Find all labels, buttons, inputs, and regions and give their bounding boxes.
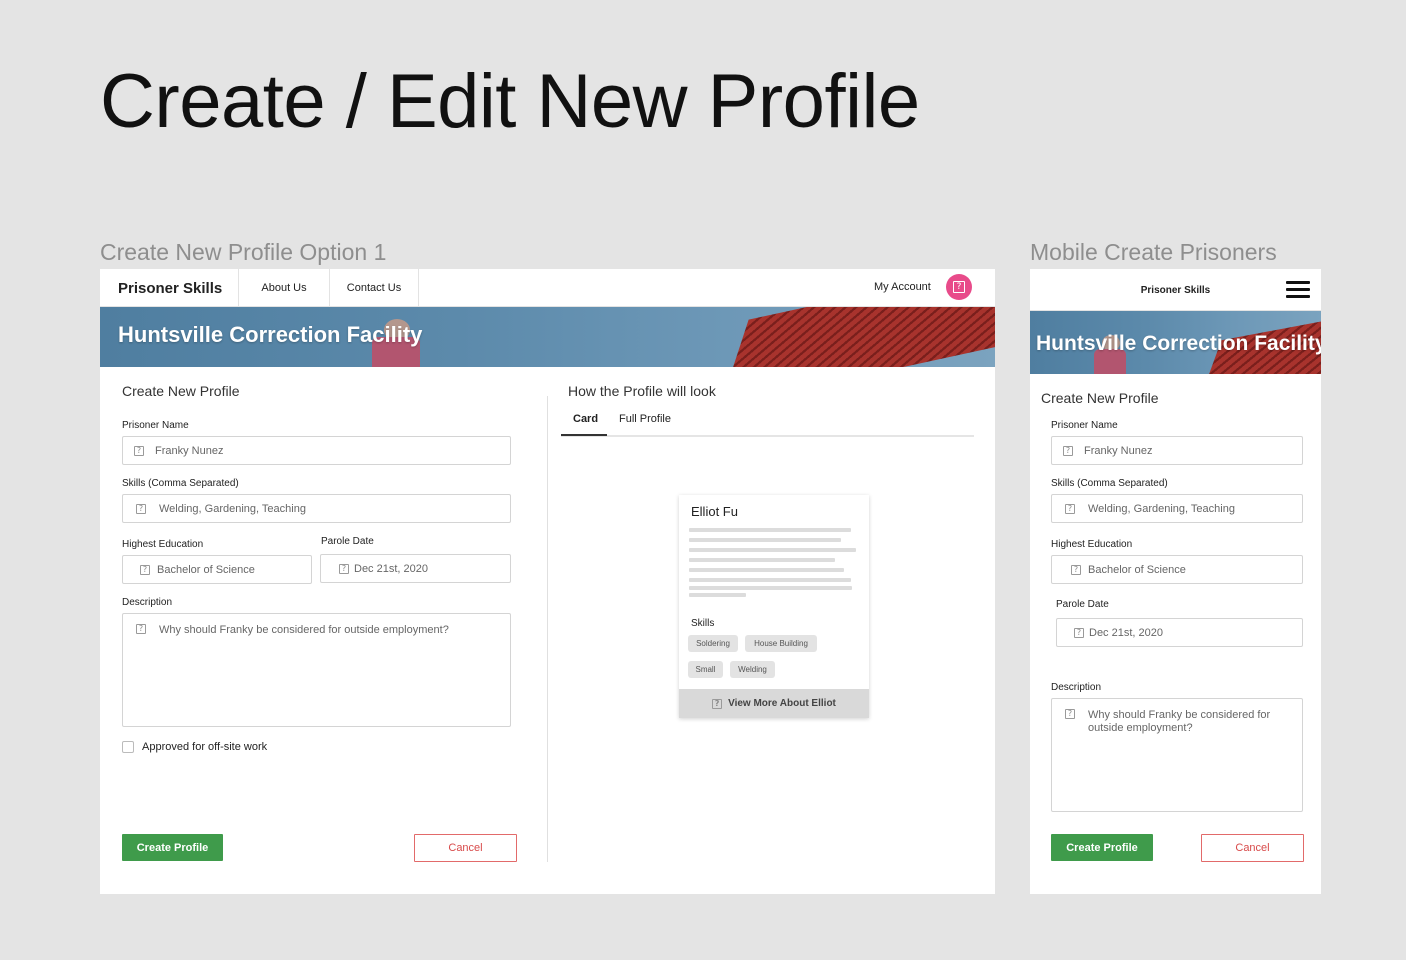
description-textarea[interactable]: ? Why should Franky be considered for ou… <box>122 613 511 727</box>
mobile-parole-date-value: Dec 21st, 2020 <box>1089 626 1163 639</box>
tab-full-profile[interactable]: Full Profile <box>619 413 671 425</box>
skills-input[interactable]: ? Welding, Gardening, Teaching <box>122 494 511 523</box>
input-placeholder-icon: ? <box>134 445 144 456</box>
skill-chip: House Building <box>745 635 817 652</box>
text-line-placeholder <box>689 586 852 590</box>
active-tab-indicator <box>561 434 607 436</box>
brand-logo[interactable]: Prisoner Skills <box>118 280 222 297</box>
view-more-button[interactable]: ? View More About Elliot <box>679 689 869 718</box>
hero-roof-image <box>720 307 995 367</box>
hero-title: Huntsville Correction Facility <box>118 322 423 347</box>
text-line-placeholder <box>689 548 856 552</box>
card-name: Elliot Fu <box>691 504 738 519</box>
view-more-label: View More About Elliot <box>728 698 836 709</box>
hamburger-menu-icon[interactable] <box>1286 281 1310 299</box>
hero-banner: Huntsville Correction Facility <box>100 307 995 367</box>
skills-label: Skills (Comma Separated) <box>122 478 239 489</box>
input-placeholder-icon: ? <box>1063 445 1073 456</box>
skill-chip: Soldering <box>688 635 738 652</box>
top-nav: Prisoner Skills About Us Contact Us My A… <box>100 269 995 307</box>
input-placeholder-icon: ? <box>1071 564 1081 575</box>
mobile-parole-date-label: Parole Date <box>1056 599 1109 610</box>
mobile-prisoner-name-value: Franky Nunez <box>1084 444 1153 457</box>
text-line-placeholder <box>689 558 835 562</box>
mobile-frame: Prisoner Skills Huntsville Correction Fa… <box>1030 269 1321 894</box>
skills-value: Welding, Gardening, Teaching <box>159 502 306 515</box>
input-placeholder-icon: ? <box>140 564 150 575</box>
description-label: Description <box>122 597 173 608</box>
parole-date-value: Dec 21st, 2020 <box>354 562 428 575</box>
view-more-icon: ? <box>712 698 723 709</box>
mobile-top-bar: Prisoner Skills <box>1030 269 1321 311</box>
text-line-placeholder <box>689 568 844 572</box>
prisoner-name-value: Franky Nunez <box>155 444 224 457</box>
text-line-placeholder <box>689 538 841 542</box>
approved-checkbox[interactable] <box>122 741 134 753</box>
textarea-placeholder-icon: ? <box>136 624 146 634</box>
cancel-button[interactable]: Cancel <box>414 834 517 862</box>
prisoner-name-label: Prisoner Name <box>122 420 189 431</box>
mobile-education-label: Highest Education <box>1051 539 1133 550</box>
education-value: Bachelor of Science <box>157 563 255 576</box>
page-title: Create / Edit New Profile <box>100 59 920 144</box>
approved-label: Approved for off-site work <box>142 741 268 753</box>
mobile-prisoner-name-label: Prisoner Name <box>1051 420 1118 431</box>
mobile-cancel-button[interactable]: Cancel <box>1201 834 1304 862</box>
mobile-skills-label: Skills (Comma Separated) <box>1051 478 1168 489</box>
create-profile-heading: Create New Profile <box>122 383 240 399</box>
mobile-description-placeholder: Why should Franky be considered for outs… <box>1088 709 1271 734</box>
mobile-skills-value: Welding, Gardening, Teaching <box>1088 502 1235 515</box>
tabs-underline <box>561 435 974 437</box>
mobile-brand[interactable]: Prisoner Skills <box>1030 285 1321 296</box>
mobile-hero-title: Huntsville Correction Facility <box>1036 332 1321 355</box>
text-line-placeholder <box>689 593 746 597</box>
text-line-placeholder <box>689 528 851 532</box>
parole-date-input[interactable]: ? Dec 21st, 2020 <box>320 554 511 583</box>
textarea-placeholder-icon: ? <box>1065 709 1075 719</box>
my-account-link[interactable]: My Account <box>874 281 931 293</box>
prisoner-name-input[interactable]: ? Franky Nunez <box>122 436 511 465</box>
mobile-education-value: Bachelor of Science <box>1088 563 1186 576</box>
parole-date-label: Parole Date <box>321 536 374 547</box>
column-divider <box>547 396 548 862</box>
avatar[interactable]: ? <box>946 274 972 300</box>
avatar-placeholder-icon: ? <box>953 281 965 293</box>
skill-chip: Welding <box>730 661 775 678</box>
nav-about[interactable]: About Us <box>238 269 329 306</box>
desktop-artboard-label: Create New Profile Option 1 <box>100 239 387 265</box>
mobile-create-profile-button[interactable]: Create Profile <box>1051 834 1153 861</box>
mobile-skills-input[interactable]: ? Welding, Gardening, Teaching <box>1051 494 1303 523</box>
mobile-artboard-label: Mobile Create Prisoners <box>1030 239 1277 265</box>
tab-card[interactable]: Card <box>573 413 598 425</box>
calendar-icon: ? <box>1074 627 1084 638</box>
input-placeholder-icon: ? <box>136 503 146 514</box>
description-placeholder: Why should Franky be considered for outs… <box>159 624 449 636</box>
mobile-description-textarea[interactable]: ? Why should Franky be considered for ou… <box>1051 698 1303 812</box>
preview-heading: How the Profile will look <box>568 383 716 399</box>
education-label: Highest Education <box>122 539 204 550</box>
desktop-frame: Prisoner Skills About Us Contact Us My A… <box>100 269 995 894</box>
mobile-education-input[interactable]: ? Bachelor of Science <box>1051 555 1303 584</box>
calendar-icon: ? <box>339 563 349 574</box>
mobile-create-profile-heading: Create New Profile <box>1041 390 1159 406</box>
mobile-hero-banner: Huntsville Correction Facility <box>1030 311 1321 374</box>
mobile-parole-date-input[interactable]: ? Dec 21st, 2020 <box>1056 618 1303 647</box>
card-skills-title: Skills <box>691 618 715 629</box>
skill-chip: Small <box>688 661 723 678</box>
profile-card-preview: Elliot Fu Skills Soldering House Buildin… <box>679 495 869 718</box>
mobile-description-label: Description <box>1051 682 1102 693</box>
mobile-prisoner-name-input[interactable]: ? Franky Nunez <box>1051 436 1303 465</box>
text-line-placeholder <box>689 578 851 582</box>
nav-contact[interactable]: Contact Us <box>329 269 419 306</box>
education-input[interactable]: ? Bachelor of Science <box>122 555 312 584</box>
input-placeholder-icon: ? <box>1065 503 1075 514</box>
create-profile-button[interactable]: Create Profile <box>122 834 223 861</box>
